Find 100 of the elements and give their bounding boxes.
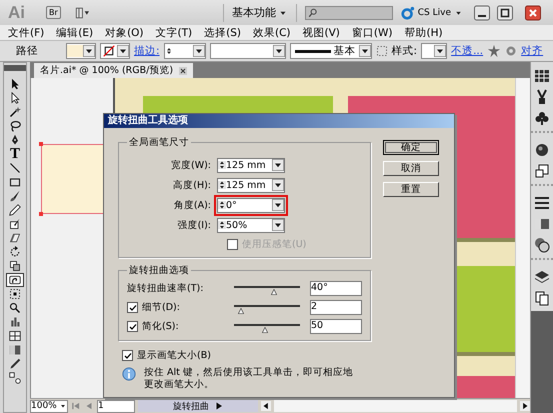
value-field[interactable]: 125 mm	[217, 158, 285, 172]
twirl-tool[interactable]	[6, 273, 24, 287]
selection-type-label: 路径	[16, 44, 38, 58]
graph-tool-icon	[9, 316, 21, 328]
field-label: 宽度(W):	[170, 158, 211, 172]
menu-item[interactable]: 选择(S)	[200, 26, 249, 40]
maximize-icon[interactable]	[494, 4, 516, 20]
minimize-icon[interactable]	[471, 4, 493, 20]
lasso-tool-icon	[9, 120, 21, 132]
bridge-button[interactable]: Br	[46, 6, 61, 19]
search-icon	[308, 8, 318, 18]
field-label: 强度(I):	[176, 218, 211, 232]
check-icon	[128, 304, 136, 312]
checkbox-label: 显示画笔大小(B)	[137, 349, 211, 362]
align-link[interactable]: 对齐	[521, 44, 544, 58]
rect-tool-icon	[9, 176, 21, 188]
styles-panel-icon[interactable]	[534, 163, 550, 179]
checkbox-label: 使用压感笔(U)	[242, 238, 306, 251]
play-icon	[215, 402, 223, 410]
status-display[interactable]: 旋转扭曲	[138, 400, 258, 412]
stroke-weight-field[interactable]	[164, 43, 206, 59]
cs-live-icon	[400, 6, 415, 20]
value-field[interactable]: 50	[310, 319, 362, 334]
direct-tool-icon	[9, 92, 21, 104]
appearance-panel-icon[interactable]	[534, 142, 550, 158]
no-stroke-icon	[101, 45, 117, 57]
check-icon	[124, 352, 132, 360]
slider-thumb[interactable]	[261, 326, 270, 332]
stroke-swatch[interactable]	[100, 43, 130, 59]
swatches-panel-icon[interactable]	[534, 68, 550, 84]
slider-label: 细节(D):	[142, 301, 180, 314]
zoom-field[interactable]: 100%	[30, 400, 68, 412]
line-tool-icon	[9, 162, 21, 174]
blend-tool-icon	[9, 372, 21, 384]
menu-item[interactable]: 窗口(W)	[348, 26, 400, 40]
pencil-tool-icon	[9, 204, 21, 216]
info-icon	[122, 367, 136, 381]
layers-panel-icon[interactable]	[534, 269, 550, 285]
checkbox[interactable]	[127, 302, 138, 313]
slider-label: 旋转扭曲速率(T):	[127, 282, 204, 295]
scroll-left-icon[interactable]	[261, 400, 271, 412]
stroke-profile-dropdown[interactable]: 基本	[290, 43, 372, 59]
scale-tool-icon	[9, 260, 21, 272]
transparency-panel-icon[interactable]	[534, 237, 550, 253]
app-logo: Ai	[8, 2, 26, 22]
menu-item[interactable]: 文件(F)	[4, 26, 52, 40]
slider-label: 简化(S):	[142, 320, 179, 333]
fill-swatch[interactable]	[66, 43, 96, 59]
check-icon	[128, 322, 136, 330]
twirl-tool-icon	[9, 274, 21, 286]
type-tool[interactable]: T	[6, 147, 24, 161]
menu-item[interactable]: 编辑(E)	[52, 26, 102, 40]
menu-item[interactable]: 帮助(H)	[400, 26, 451, 40]
scroll-right-icon[interactable]	[520, 400, 530, 412]
search-field[interactable]	[304, 6, 393, 20]
pen-tool-icon	[9, 134, 21, 146]
dialog-button[interactable]: 取消	[383, 161, 439, 176]
spinner-icon	[218, 178, 226, 192]
workspace-switcher[interactable]: 基本功能	[232, 5, 288, 20]
menu-item[interactable]: 效果(C)	[249, 26, 299, 40]
menu-item[interactable]: 视图(V)	[298, 26, 348, 40]
slider-thumb[interactable]	[270, 288, 278, 294]
transform-tool-icon	[9, 288, 21, 300]
cs-live-button[interactable]: CS Live	[400, 6, 463, 20]
spinner-icon	[218, 158, 226, 172]
line-icon	[294, 50, 331, 52]
symbols-panel-icon[interactable]	[534, 110, 550, 126]
dialog-button[interactable]: 确定	[383, 140, 439, 155]
brush-tool-icon	[9, 190, 21, 202]
dialog-button[interactable]: 重置	[383, 182, 439, 197]
menu-item[interactable]: 文字(T)	[152, 26, 200, 40]
spinner-icon	[218, 198, 226, 212]
blob-tool-icon	[9, 218, 21, 230]
menu-item[interactable]: 对象(O)	[101, 26, 152, 40]
close-icon[interactable]	[179, 66, 188, 74]
value-field[interactable]: 40°	[310, 281, 362, 296]
dialog-title: 旋转扭曲工具选项	[104, 114, 454, 128]
group-title: 全局画笔尺寸	[127, 136, 191, 149]
style-swatch[interactable]	[421, 43, 448, 59]
checkbox[interactable]	[127, 321, 138, 332]
value-field[interactable]: 125 mm	[217, 178, 285, 192]
horizontal-scrollbar[interactable]	[274, 400, 517, 412]
caret-icon	[59, 402, 67, 410]
document-tab[interactable]: 名片.ai* @ 100% (RGB/预览)	[34, 63, 194, 78]
value-field[interactable]: 2	[310, 300, 362, 315]
opacity-link[interactable]: 不透...	[451, 44, 484, 58]
slider-thumb[interactable]	[236, 308, 245, 314]
group-title: 旋转扭曲选项	[127, 264, 191, 277]
wand-tool-icon	[9, 106, 21, 118]
field-label: 高度(H):	[172, 178, 211, 192]
gradient-tool-icon	[9, 344, 21, 356]
stroke-link[interactable]: 描边:	[134, 44, 160, 58]
checkbox[interactable]	[122, 350, 133, 361]
value-field[interactable]: 0°	[217, 198, 285, 212]
value-field[interactable]: 50%	[217, 218, 285, 232]
field-label: 角度(A):	[172, 198, 211, 212]
page-field[interactable]: 1	[97, 400, 135, 412]
artboards-panel-icon[interactable]	[534, 290, 550, 306]
select-tool-icon	[9, 78, 21, 90]
stroke-panel-icon[interactable]	[534, 195, 550, 211]
